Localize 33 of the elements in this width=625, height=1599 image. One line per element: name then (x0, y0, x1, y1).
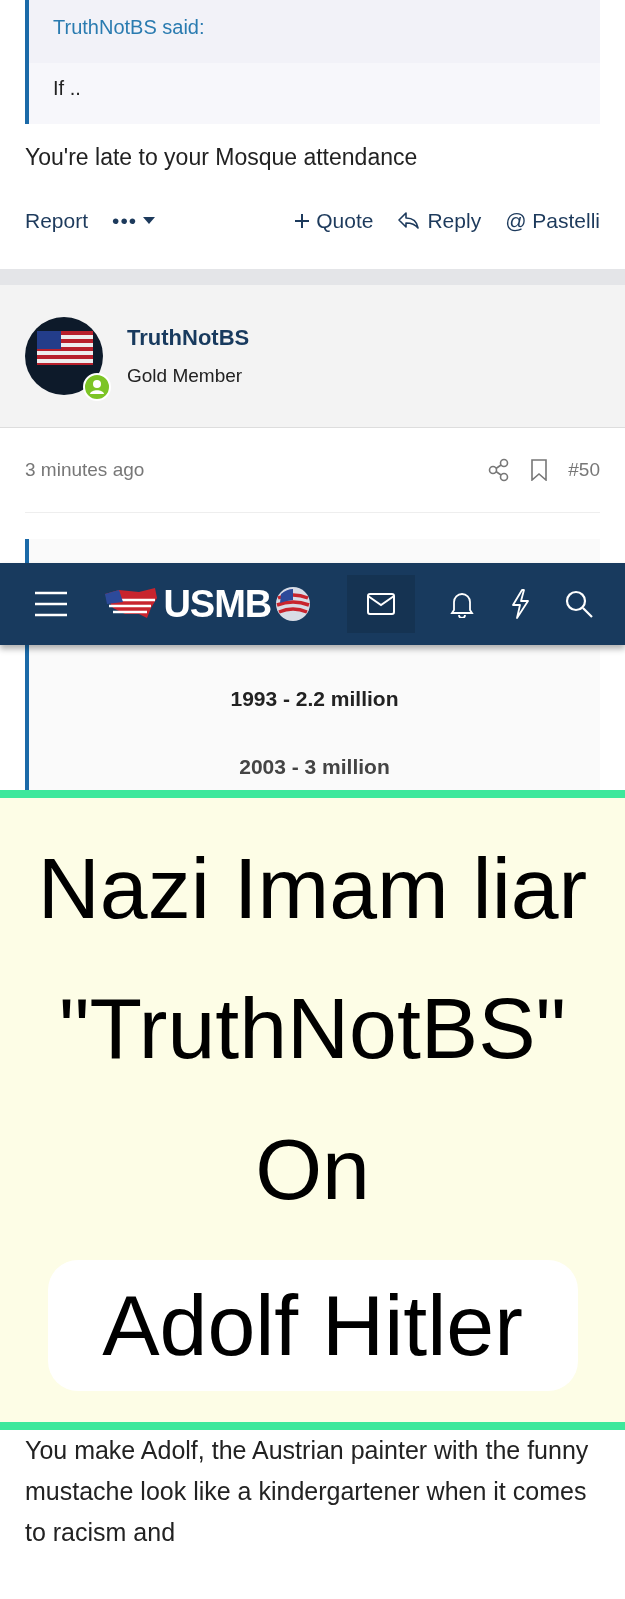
overlay-caption: On (255, 1120, 370, 1217)
avatar-icon[interactable] (25, 317, 103, 395)
lightning-icon[interactable] (509, 589, 530, 619)
post-text: You're late to your Mosque attendance (24, 143, 419, 171)
flag-globe-icon (275, 586, 312, 622)
username[interactable]: TruthNotBS (127, 325, 250, 351)
overlay-caption: "TruthNotBS" (58, 980, 567, 1077)
post-text: You make Adolf, the Austrian painter with the funny mustache look like a kindergartener when it comes to racism and (24, 1435, 590, 1548)
reply-link[interactable]: Reply (397, 209, 482, 233)
user-title: Gold Member (127, 365, 244, 387)
quote-link[interactable]: Quote (294, 209, 374, 233)
search-icon[interactable] (565, 590, 593, 618)
post-number[interactable]: #50 (568, 459, 600, 481)
report-link[interactable]: Report (25, 209, 89, 233)
overlay-caption: Adolf Hitler (102, 1276, 523, 1376)
share-icon[interactable] (488, 458, 511, 482)
quote-text: 1993 - 2.2 million (230, 687, 399, 711)
envelope-icon (366, 593, 395, 615)
site-logo[interactable]: USMB (163, 582, 272, 626)
reply-icon (397, 211, 422, 231)
inbox-button[interactable] (346, 575, 415, 633)
bell-icon[interactable] (450, 590, 475, 618)
menu-icon[interactable] (34, 591, 68, 617)
overlay-caption: Nazi Imam liar (37, 839, 588, 936)
more-button[interactable]: ••• (112, 209, 156, 233)
mention-link[interactable]: @ Pastelli (505, 209, 600, 233)
caret-icon (143, 217, 156, 225)
quote-text: 2003 - 3 million (239, 755, 390, 779)
bookmark-icon[interactable] (530, 459, 549, 481)
quote-author[interactable]: TruthNotBS said: (53, 16, 205, 38)
quote-text: If .. (53, 77, 81, 99)
plus-icon (294, 213, 311, 229)
post-time[interactable]: 3 minutes ago (25, 459, 145, 481)
